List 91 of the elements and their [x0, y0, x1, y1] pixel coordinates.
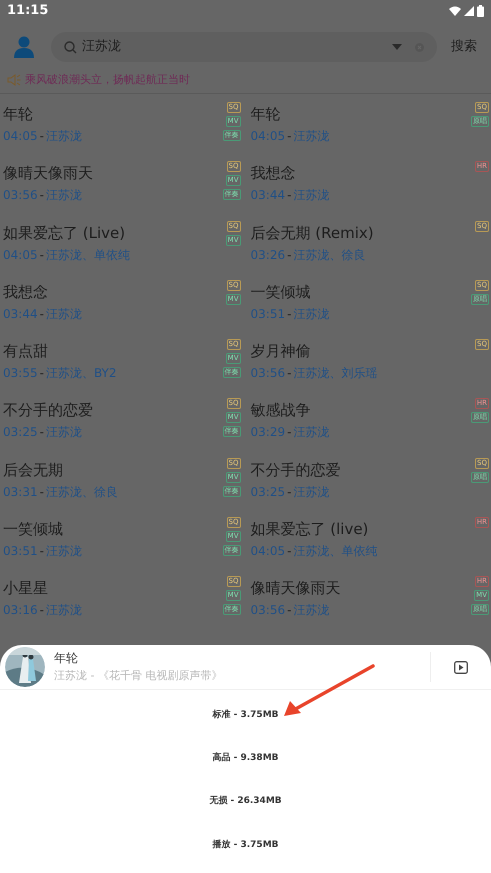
song-title[interactable]: 如果爱忘了 (live) [248, 519, 465, 540]
song-title[interactable]: 一笑倾城 [248, 282, 465, 302]
separator-text: - [38, 424, 45, 440]
search-icon [64, 40, 77, 54]
search-value: 汪苏泷 [82, 38, 122, 56]
song-duration: 03:44 [3, 306, 38, 322]
song-title[interactable]: 像晴天像雨天 [248, 578, 465, 598]
song-title[interactable]: 年轮 [248, 104, 465, 124]
song-artist: 汪苏泷、徐良 [46, 484, 118, 500]
quality-option[interactable]: 播放 - 3.75MB [208, 834, 283, 856]
song-title[interactable]: 一笑倾城 [0, 519, 216, 540]
song-duration: 04:05 [250, 543, 286, 560]
song-title[interactable]: 像晴天像雨天 [0, 163, 216, 184]
separator-text: - [286, 424, 292, 440]
separator-text: - [38, 306, 45, 322]
separator-text: - [38, 246, 45, 263]
song-title[interactable]: 不分手的恋爱 [248, 460, 465, 480]
song-artist: 汪苏泷 [46, 602, 82, 618]
song-title[interactable]: 岁月神偷 [248, 341, 465, 362]
song-title[interactable]: 我想念 [248, 163, 465, 184]
song-duration: 03:31 [3, 484, 38, 500]
song-duration: 03:25 [3, 424, 38, 440]
separator-text: - [286, 484, 292, 500]
speaker-icon [7, 74, 21, 86]
song-duration: 03:51 [3, 543, 38, 560]
separator-text: - [38, 187, 45, 204]
separator-text: - [38, 365, 45, 382]
song-artist: 汪苏泷 [293, 424, 330, 440]
song-title[interactable]: 如果爱忘了 (Live) [0, 222, 216, 243]
song-title: 年轮 [54, 651, 79, 665]
status-time: 11:15 [7, 2, 48, 20]
song-artist: 汪苏泷 [46, 128, 82, 144]
play-video-icon[interactable] [454, 660, 468, 674]
separator-text: - [286, 306, 292, 322]
song-title[interactable]: 年轮 [0, 104, 216, 124]
song-duration: 03:56 [3, 187, 38, 204]
separator-text: - [38, 484, 45, 500]
song-title[interactable]: 小星星 [0, 578, 216, 598]
wifi-icon [449, 6, 461, 16]
song-artist: 汪苏泷 [293, 187, 330, 204]
battery-icon [477, 5, 484, 17]
separator-text: - [286, 543, 292, 560]
song-duration: 03:26 [250, 246, 286, 263]
signal-icon [464, 6, 474, 16]
song-duration: 03:56 [250, 602, 286, 618]
song-duration: 03:55 [3, 365, 38, 382]
quality-option[interactable]: 无损 - 26.34MB [205, 791, 286, 813]
song-duration: 04:05 [3, 246, 38, 263]
song-artist: 汪苏泷、单依纯 [46, 246, 130, 263]
separator-text: - [286, 246, 292, 263]
dropdown-caret-icon[interactable] [392, 44, 402, 50]
separator-text: - [38, 543, 45, 560]
song-artist: 汪苏泷、单依纯 [293, 543, 378, 560]
quality-option[interactable]: 高品 - 9.38MB [208, 748, 283, 770]
song-artist: 汪苏泷、徐良 [293, 246, 366, 263]
song-duration: 03:56 [250, 365, 286, 382]
song-duration: 03:29 [250, 424, 286, 440]
song-artist: 汪苏泷 [46, 543, 82, 560]
song-duration: 03:16 [3, 602, 38, 618]
song-title[interactable]: 不分手的恋爱 [0, 400, 216, 420]
song-artist: 汪苏泷 [293, 602, 330, 618]
separator-text: - [38, 602, 45, 618]
separator-text: - [286, 128, 292, 144]
song-duration: 04:05 [250, 128, 286, 144]
song-artist: 汪苏泷 [46, 187, 82, 204]
song-artist: 汪苏泷 [293, 128, 330, 144]
user-icon[interactable] [14, 36, 34, 58]
song-artist: 汪苏泷 [293, 484, 330, 500]
separator-text: - [286, 365, 292, 382]
quality-option[interactable]: 标准 - 3.75MB [208, 704, 283, 726]
song-title[interactable]: 后会无期 [0, 460, 216, 480]
song-duration: 03:51 [250, 306, 286, 322]
separator-text: - [38, 128, 45, 144]
song-title[interactable]: 有点甜 [0, 341, 216, 362]
song-title[interactable]: 我想念 [0, 282, 216, 302]
song-duration: 03:25 [250, 484, 286, 500]
song-duration: 04:05 [3, 128, 38, 144]
song-artist: 汪苏泷、刘乐瑶 [293, 365, 378, 382]
notice-text: 乘风破浪潮头立，扬帆起航正当时 [25, 72, 190, 88]
song-artist: 汪苏泷、BY2 [46, 365, 116, 382]
separator-text: - [286, 602, 292, 618]
song-title[interactable]: 敏感战争 [248, 400, 465, 420]
song-artist: 汪苏泷 [46, 424, 82, 440]
separator-text: - [286, 187, 292, 204]
song-subtitle: 汪苏泷 - 《花千骨 电视剧原声带》 [54, 669, 224, 683]
song-duration: 03:44 [250, 187, 286, 204]
search-field[interactable]: 汪苏泷 [51, 32, 437, 62]
search-button[interactable]: 搜索 [451, 37, 477, 57]
song-artist: 汪苏泷 [293, 306, 330, 322]
song-title[interactable]: 后会无期 (Remix) [248, 222, 465, 243]
song-artist: 汪苏泷 [46, 306, 82, 322]
